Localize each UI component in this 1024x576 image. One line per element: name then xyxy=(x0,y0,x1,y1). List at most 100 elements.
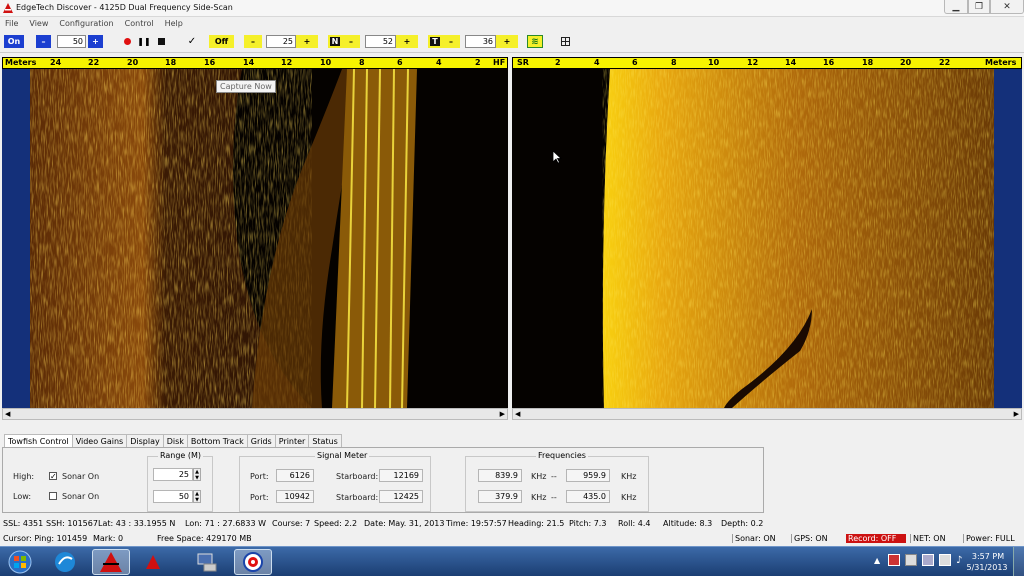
t-plus-button[interactable]: + xyxy=(496,35,518,48)
edgetech-discover-icon xyxy=(100,552,122,572)
low-label: Low: xyxy=(13,492,32,501)
pane-divider[interactable] xyxy=(508,57,512,420)
gain-value-field[interactable]: 25 xyxy=(266,35,296,48)
khz-label: KHz xyxy=(531,493,547,502)
auto-gain-button[interactable]: ≋ xyxy=(527,35,543,48)
range-minus-button[interactable]: – xyxy=(36,35,51,48)
port-sonar-display[interactable]: Capture Now xyxy=(2,69,508,408)
range-group-title: Range (M) xyxy=(158,451,204,460)
maximize-button[interactable]: ❐ xyxy=(968,0,990,14)
low-sonar-on-label: Sonar On xyxy=(62,492,100,501)
signal-meter-group: Signal Meter Port: 6126 Starboard: 12169… xyxy=(239,451,431,512)
taskbar-network-app[interactable] xyxy=(188,549,226,575)
t-value-field[interactable]: 36 xyxy=(465,35,496,48)
n-minus-button[interactable]: – xyxy=(342,35,360,48)
show-hidden-icons[interactable]: ▲ xyxy=(874,556,880,565)
taskbar-edgetech-app[interactable] xyxy=(138,549,168,575)
clock-date[interactable]: 5/31/2013 xyxy=(962,563,1012,572)
stbd-tick-14: 14 xyxy=(785,58,797,67)
tray-flag-icon[interactable] xyxy=(922,554,934,566)
port-tick-22: 22 xyxy=(88,58,100,67)
stbd-tick-4: 4 xyxy=(594,58,600,67)
tab-grids[interactable]: Grids xyxy=(246,434,276,448)
pause-icon: ❚❚ xyxy=(137,37,151,46)
stbd-tick-12: 12 xyxy=(747,58,759,67)
t-minus-button[interactable]: – xyxy=(442,35,460,48)
stbd-tick-2: 2 xyxy=(555,58,561,67)
menu-view[interactable]: View xyxy=(29,19,48,28)
port-low-value: 10942 xyxy=(276,490,314,503)
gain-minus-button[interactable]: – xyxy=(244,35,262,48)
khz-label: KHz xyxy=(531,472,547,481)
stbd-tick-8: 8 xyxy=(671,58,677,67)
restore-icon: ❐ xyxy=(974,1,984,12)
starboard-low-label: Starboard: xyxy=(336,493,379,502)
tab-display[interactable]: Display xyxy=(126,434,164,448)
menu-file[interactable]: File xyxy=(5,19,18,28)
starboard-high-value: 12169 xyxy=(379,469,423,482)
tab-video-gains[interactable]: Video Gains xyxy=(71,434,128,448)
ssh-readout: SSH: 101567 xyxy=(46,519,98,528)
tab-status[interactable]: Status xyxy=(308,434,342,448)
power-toggle-button[interactable]: On xyxy=(4,35,24,48)
control-tabs: Towfish Control Video Gains Display Disk… xyxy=(4,434,342,449)
menu-help[interactable]: Help xyxy=(165,19,183,28)
scroll-left-icon[interactable]: ◀ xyxy=(515,410,520,418)
high-label: High: xyxy=(13,472,35,481)
port-tick-20: 20 xyxy=(127,58,139,67)
n-plus-button[interactable]: + xyxy=(396,35,418,48)
speed-readout: Speed: 2.2 xyxy=(314,519,358,528)
port-horizontal-scrollbar[interactable]: ◀ ▶ xyxy=(2,408,508,420)
gain-plus-button[interactable]: + xyxy=(296,35,318,48)
tab-disk[interactable]: Disk xyxy=(162,434,188,448)
minimize-button[interactable]: ▁ xyxy=(944,0,968,14)
khz-label: KHz xyxy=(621,472,637,481)
date-readout: Date: May. 31, 2013 xyxy=(364,519,445,528)
starboard-sonar-display[interactable] xyxy=(512,69,1022,408)
scroll-right-icon[interactable]: ▶ xyxy=(1014,410,1019,418)
start-button[interactable] xyxy=(2,549,38,575)
depth-readout: Depth: 0.2 xyxy=(721,519,764,528)
stbd-tick-20: 20 xyxy=(900,58,912,67)
tab-bottom-track[interactable]: Bottom Track xyxy=(186,434,248,448)
stbd-tick-6: 6 xyxy=(632,58,638,67)
high-range-input[interactable]: 25 xyxy=(153,468,193,481)
tray-monitor-icon[interactable] xyxy=(905,554,917,566)
taskbar-target-app[interactable] xyxy=(234,549,272,575)
low-sonar-on-checkbox[interactable] xyxy=(49,492,57,500)
gain-mode-button[interactable]: Off xyxy=(209,35,234,48)
menu-configuration[interactable]: Configuration xyxy=(59,19,113,28)
n-value-field[interactable]: 52 xyxy=(365,35,396,48)
range-value-field[interactable]: 50 xyxy=(57,35,86,48)
tab-printer[interactable]: Printer xyxy=(274,434,310,448)
stop-button[interactable] xyxy=(154,35,168,48)
taskbar-discover-app[interactable] xyxy=(92,549,130,575)
browser-icon xyxy=(55,552,75,572)
close-button[interactable]: ✕ xyxy=(990,0,1024,14)
confirm-button[interactable]: ✓ xyxy=(183,35,201,48)
show-desktop-button[interactable] xyxy=(1013,547,1024,576)
net-status: NET: ON xyxy=(910,534,960,543)
tray-network-icon[interactable] xyxy=(939,554,951,566)
stop-icon xyxy=(157,38,165,45)
scroll-left-icon[interactable]: ◀ xyxy=(5,410,10,418)
grid-toggle-button[interactable] xyxy=(558,35,572,48)
low-range-input[interactable]: 50 xyxy=(153,490,193,503)
low-range-spinner[interactable]: ▲ ▼ xyxy=(193,490,201,503)
signal-meter-title: Signal Meter xyxy=(315,451,370,460)
scroll-right-icon[interactable]: ▶ xyxy=(500,410,505,418)
high-sonar-on-checkbox[interactable]: ✓ xyxy=(49,472,57,481)
clock-time[interactable]: 3:57 PM xyxy=(968,552,1008,561)
high-range-spinner[interactable]: ▲ ▼ xyxy=(193,468,201,481)
tray-edgetech-icon[interactable] xyxy=(888,554,900,566)
taskbar-browser-app[interactable] xyxy=(46,549,84,575)
power-status: Power: FULL xyxy=(963,534,1015,543)
pause-button[interactable]: ❚❚ xyxy=(137,35,151,48)
starboard-horizontal-scrollbar[interactable]: ◀ ▶ xyxy=(512,408,1022,420)
menu-control[interactable]: Control xyxy=(125,19,154,28)
cursor-ping-readout: Cursor: Ping: 101459 xyxy=(3,534,88,543)
record-button[interactable] xyxy=(120,35,134,48)
range-plus-button[interactable]: + xyxy=(88,35,103,48)
port-tick-18: 18 xyxy=(165,58,177,67)
mouse-cursor-icon xyxy=(553,151,562,164)
